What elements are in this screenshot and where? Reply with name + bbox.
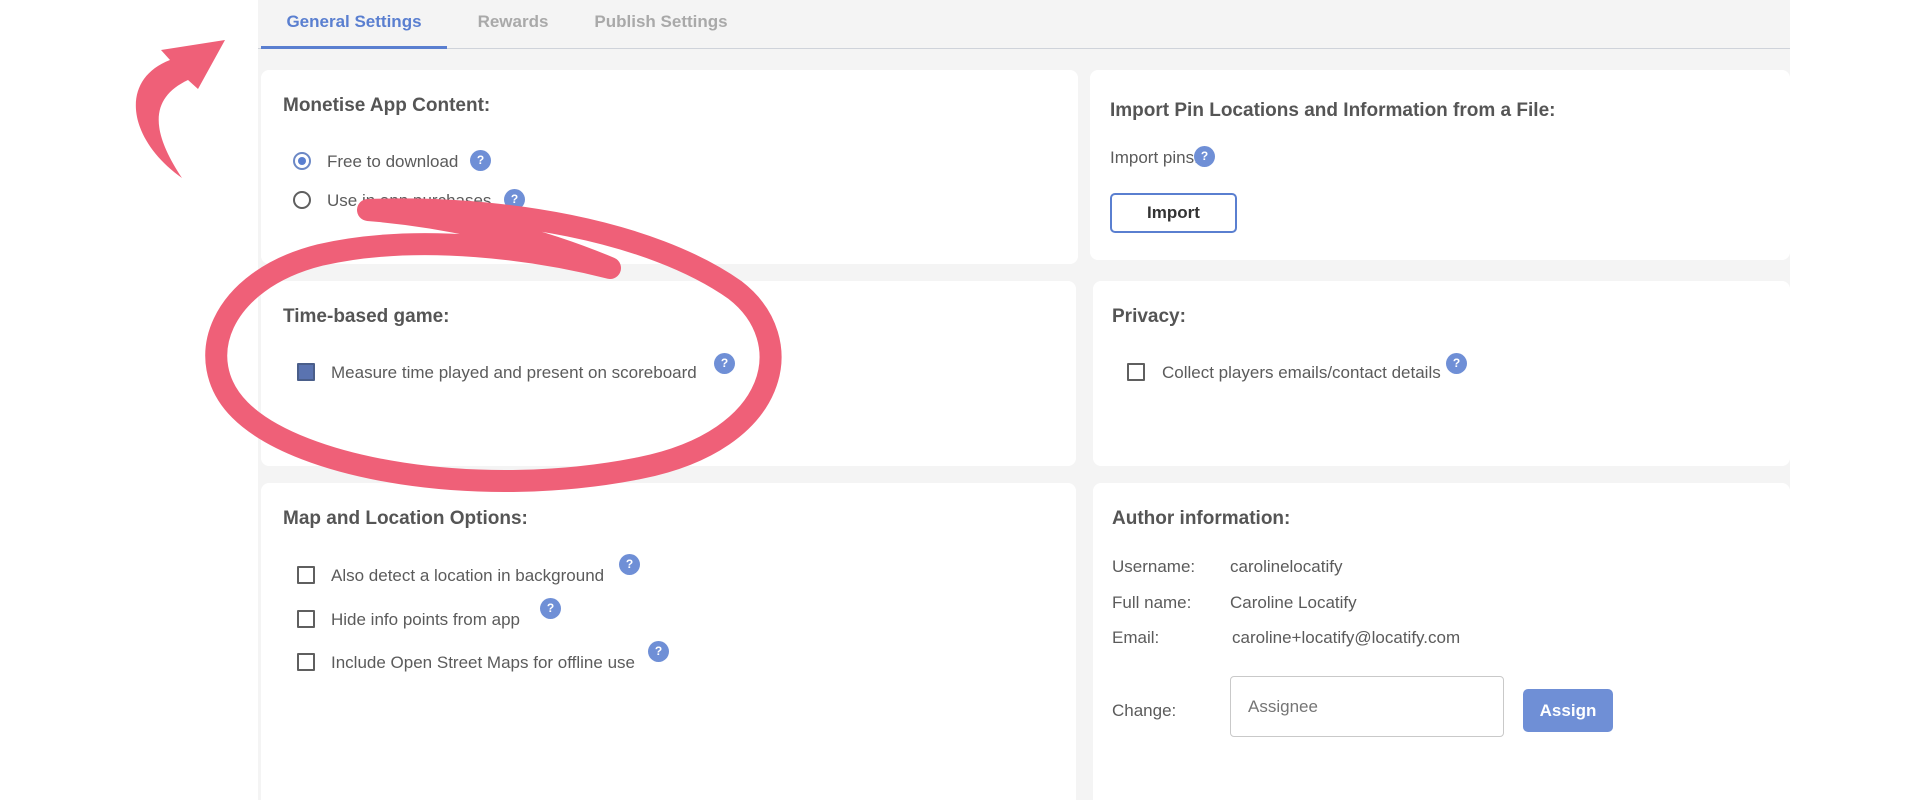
collect-emails-checkbox[interactable]	[1127, 363, 1145, 381]
help-icon[interactable]: ?	[1446, 353, 1467, 374]
detect-background-checkbox[interactable]	[297, 566, 315, 584]
time-based-game-card: Time-based game: Measure time played and…	[261, 281, 1076, 466]
change-label: Change:	[1112, 701, 1177, 720]
username-value: carolinelocatify	[1230, 557, 1343, 576]
help-icon[interactable]: ?	[1194, 146, 1215, 167]
monetise-title: Monetise App Content:	[283, 95, 491, 116]
assignee-input[interactable]	[1230, 676, 1504, 737]
help-icon[interactable]: ?	[714, 353, 735, 374]
help-icon[interactable]: ?	[648, 641, 669, 662]
help-icon[interactable]: ?	[470, 150, 491, 171]
help-icon[interactable]: ?	[504, 189, 525, 210]
settings-panel: General Settings Rewards Publish Setting…	[258, 0, 1790, 800]
email-value: caroline+locatify@locatify.com	[1232, 628, 1461, 647]
import-card: Import Pin Locations and Information fro…	[1090, 70, 1790, 260]
free-to-download-radio[interactable]	[293, 152, 311, 170]
assign-button[interactable]: Assign	[1523, 689, 1613, 732]
tab-publish-settings[interactable]: Publish Settings	[577, 0, 745, 46]
import-pins-label: Import pins:	[1110, 148, 1199, 167]
detect-background-label: Also detect a location in background	[331, 566, 605, 585]
privacy-card: Privacy: Collect players emails/contact …	[1093, 281, 1790, 466]
help-icon[interactable]: ?	[540, 598, 561, 619]
time-based-game-title: Time-based game:	[283, 306, 450, 327]
email-label: Email:	[1112, 628, 1160, 647]
monetise-card: Monetise App Content: Free to download ?…	[261, 70, 1078, 264]
offline-maps-checkbox[interactable]	[297, 653, 315, 671]
in-app-purchases-radio[interactable]	[293, 191, 311, 209]
measure-time-label: Measure time played and present on score…	[331, 363, 697, 382]
collect-emails-label: Collect players emails/contact details	[1162, 363, 1441, 382]
offline-maps-label: Include Open Street Maps for offline use	[331, 653, 635, 672]
map-location-card: Map and Location Options: Also detect a …	[261, 483, 1076, 800]
in-app-purchases-label: Use in app purchases	[327, 191, 492, 210]
hide-info-points-label: Hide info points from app	[331, 610, 520, 629]
map-location-title: Map and Location Options:	[283, 508, 528, 529]
tab-general-settings[interactable]: General Settings	[261, 0, 447, 49]
curved-arrow-icon	[135, 40, 225, 178]
author-card: Author information: Username: carolinelo…	[1093, 483, 1790, 800]
fullname-value: Caroline Locatify	[1230, 593, 1357, 612]
author-title: Author information:	[1112, 508, 1291, 529]
tab-rewards[interactable]: Rewards	[461, 0, 565, 46]
import-button[interactable]: Import	[1110, 193, 1237, 233]
hide-info-points-checkbox[interactable]	[297, 610, 315, 628]
settings-tabs: General Settings Rewards Publish Setting…	[258, 0, 1790, 49]
privacy-title: Privacy:	[1112, 306, 1186, 327]
free-to-download-label: Free to download	[327, 152, 459, 171]
measure-time-checkbox[interactable]	[297, 363, 315, 381]
fullname-label: Full name:	[1112, 593, 1192, 612]
help-icon[interactable]: ?	[619, 554, 640, 575]
import-title: Import Pin Locations and Information fro…	[1110, 100, 1556, 121]
username-label: Username:	[1112, 557, 1196, 576]
